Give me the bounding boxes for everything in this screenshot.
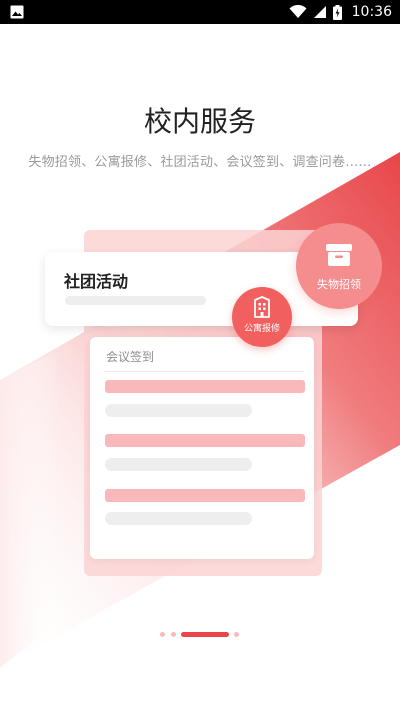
apartment-repair-label: 公寓报修 [243,324,280,334]
placeholder-bar [105,512,252,525]
archive-box-icon [326,244,352,266]
divider [104,371,304,372]
page-dot[interactable] [171,632,176,637]
lost-and-found-badge: 失物招领 [296,223,382,309]
placeholder-bar [105,404,252,417]
meeting-signin-title: 会议签到 [106,350,155,364]
lost-and-found-label: 失物招领 [317,278,361,291]
placeholder-bar [105,458,252,471]
page-subtitle: 失物招领、公寓报修、社团活动、会议签到、调查问卷…… [28,155,372,170]
page-title: 校内服务 [143,105,256,138]
club-activity-title: 社团活动 [64,272,129,291]
placeholder-bar [65,296,206,305]
placeholder-bar [105,489,305,502]
placeholder-bar [105,434,305,447]
page-dot[interactable] [160,632,165,637]
page-indicator [0,632,400,638]
placeholder-bar [105,380,305,393]
page-dot-active[interactable] [181,632,229,637]
building-icon [254,296,270,318]
meeting-signin-card: 会议签到 [90,337,314,559]
page-dot[interactable] [234,632,239,637]
apartment-repair-badge: 公寓报修 [232,287,292,347]
